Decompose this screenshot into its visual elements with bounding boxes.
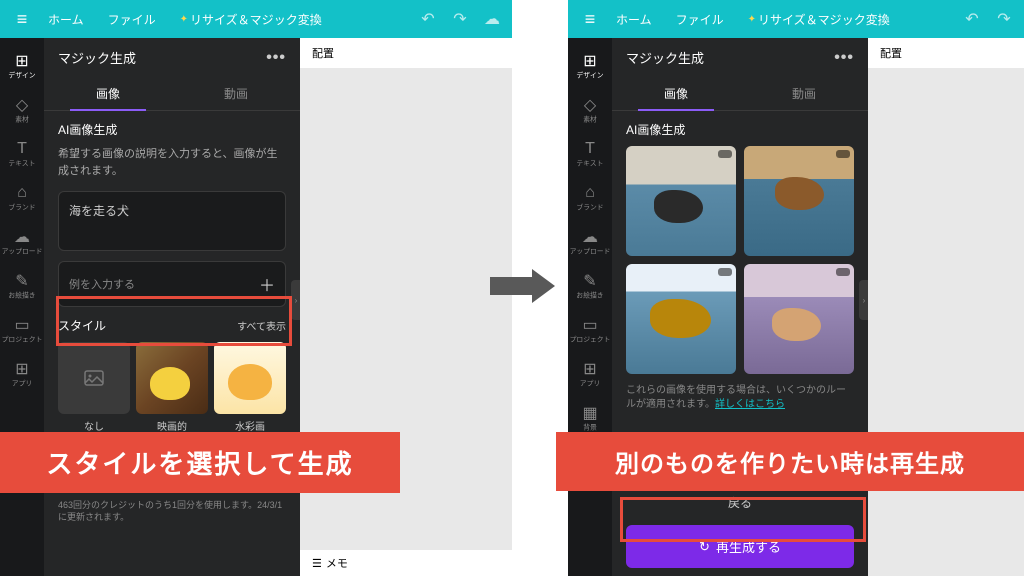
magic-panel: マジック生成 画像 動画 AI画像生成 希望する画像の説明を入力すると、画像が生… <box>44 38 300 576</box>
nav-resize[interactable]: ✦リサイズ＆マジック変換 <box>740 7 898 32</box>
crown-icon: ✦ <box>180 14 188 25</box>
sidebar-draw[interactable]: ✎お絵描き <box>568 266 612 306</box>
example-button[interactable]: 例を入力する ＋ <box>58 261 286 307</box>
regenerate-button[interactable]: ↻再生成する <box>626 525 854 568</box>
result-1[interactable] <box>626 146 736 256</box>
sidebar-upload[interactable]: ☁アップロード <box>0 222 44 262</box>
sidebar: ⊞デザイン ◇素材 Tテキスト ⌂ブランド ☁アップロード ✎お絵描き ▭プロジ… <box>0 38 44 576</box>
sidebar: ⊞デザイン ◇素材 Tテキスト ⌂ブランド ☁アップロード ✎お絵描き ▭プロジ… <box>568 38 612 576</box>
style-label: スタイル <box>58 317 106 334</box>
style-grid: なし 映画的 水彩画 <box>58 342 286 433</box>
sidebar-project[interactable]: ▭プロジェクト <box>0 310 44 350</box>
desc-text: 希望する画像の説明を入力すると、画像が生成されます。 <box>58 146 286 179</box>
undo-icon[interactable]: ↶ <box>416 7 440 31</box>
redo-icon[interactable]: ↷ <box>992 7 1016 31</box>
sidebar-apps[interactable]: ⊞アプリ <box>0 354 44 394</box>
collapse-handle[interactable]: › <box>291 280 300 320</box>
caption-left: スタイルを選択して生成 <box>0 432 400 493</box>
arrow-icon <box>490 269 555 303</box>
more-icon[interactable] <box>266 49 286 67</box>
sidebar-text[interactable]: Tテキスト <box>0 134 44 174</box>
plus-icon: ＋ <box>259 272 275 296</box>
sidebar-upload[interactable]: ☁アップロード <box>568 222 612 262</box>
canvas-area[interactable]: 配置 <box>868 38 1024 576</box>
nav-home[interactable]: ホーム <box>40 7 92 32</box>
section-title: AI画像生成 <box>58 121 286 138</box>
section-title: AI画像生成 <box>626 121 854 138</box>
result-menu-icon[interactable] <box>718 268 732 276</box>
header-icons: ↶ ↷ ☁ <box>416 7 504 31</box>
credit-text: 463回分のクレジットのうち1回分を使用します。24/3/1に更新されます。 <box>58 500 286 523</box>
canvas-toolbar: 配置 <box>868 38 1024 68</box>
result-2[interactable] <box>744 146 854 256</box>
panel-title: マジック生成 <box>626 48 704 67</box>
more-icon[interactable] <box>834 49 854 67</box>
magic-panel: マジック生成 画像 動画 AI画像生成 これらの画像を使用する場合は、いくつかの… <box>612 38 868 576</box>
sidebar-apps[interactable]: ⊞アプリ <box>568 354 612 394</box>
app-header: ホーム ファイル ✦リサイズ＆マジック変換 ↶ ↷ ☁ <box>0 0 512 38</box>
style-film[interactable]: 映画的 <box>136 342 208 433</box>
tab-image[interactable]: 画像 <box>612 77 740 110</box>
menu-icon[interactable] <box>576 5 604 33</box>
panel-title: マジック生成 <box>58 48 136 67</box>
redo-icon[interactable]: ↷ <box>448 7 472 31</box>
result-menu-icon[interactable] <box>836 150 850 158</box>
nav-file[interactable]: ファイル <box>100 7 164 32</box>
canvas-footer: ☰メモ <box>300 550 512 576</box>
cloud-icon[interactable]: ☁ <box>480 7 504 31</box>
sidebar-brand[interactable]: ⌂ブランド <box>0 178 44 218</box>
canvas-toolbar: 配置 <box>300 38 512 68</box>
sidebar-text[interactable]: Tテキスト <box>568 134 612 174</box>
tab-video[interactable]: 動画 <box>172 77 300 110</box>
sidebar-design[interactable]: ⊞デザイン <box>0 46 44 86</box>
sidebar-project[interactable]: ▭プロジェクト <box>568 310 612 350</box>
usage-text: これらの画像を使用する場合は、いくつかのルールが適用されます。詳しくはこちら <box>626 384 854 412</box>
result-menu-icon[interactable] <box>836 268 850 276</box>
sidebar-elements[interactable]: ◇素材 <box>568 90 612 130</box>
app-header: ホーム ファイル ✦リサイズ＆マジック変換 ↶ ↷ <box>568 0 1024 38</box>
menu-icon[interactable] <box>8 5 36 33</box>
style-none[interactable]: なし <box>58 342 130 433</box>
top-nav: ホーム ファイル ✦リサイズ＆マジック変換 <box>40 7 330 32</box>
nav-resize[interactable]: ✦リサイズ＆マジック変換 <box>172 7 330 32</box>
collapse-handle[interactable]: › <box>859 280 868 320</box>
memo-icon[interactable]: ☰ <box>312 557 322 570</box>
sidebar-brand[interactable]: ⌂ブランド <box>568 178 612 218</box>
see-all-link[interactable]: すべて表示 <box>237 318 286 333</box>
tabs: 画像 動画 <box>44 77 300 111</box>
nav-home[interactable]: ホーム <box>608 7 660 32</box>
tab-video[interactable]: 動画 <box>740 77 868 110</box>
prompt-input[interactable]: 海を走る犬 <box>58 191 286 251</box>
style-water[interactable]: 水彩画 <box>214 342 286 433</box>
result-menu-icon[interactable] <box>718 150 732 158</box>
caption-right: 別のものを作りたい時は再生成 <box>556 432 1024 491</box>
result-4[interactable] <box>744 264 854 374</box>
sidebar-draw[interactable]: ✎お絵描き <box>0 266 44 306</box>
results-grid <box>626 146 854 374</box>
result-3[interactable] <box>626 264 736 374</box>
sidebar-elements[interactable]: ◇素材 <box>0 90 44 130</box>
usage-link[interactable]: 詳しくはこちら <box>715 399 785 410</box>
tab-image[interactable]: 画像 <box>44 77 172 110</box>
refresh-icon: ↻ <box>699 539 710 555</box>
undo-icon[interactable]: ↶ <box>960 7 984 31</box>
canvas-area[interactable]: 配置 ☰メモ <box>300 38 512 576</box>
sidebar-design[interactable]: ⊞デザイン <box>568 46 612 86</box>
nav-file[interactable]: ファイル <box>668 7 732 32</box>
